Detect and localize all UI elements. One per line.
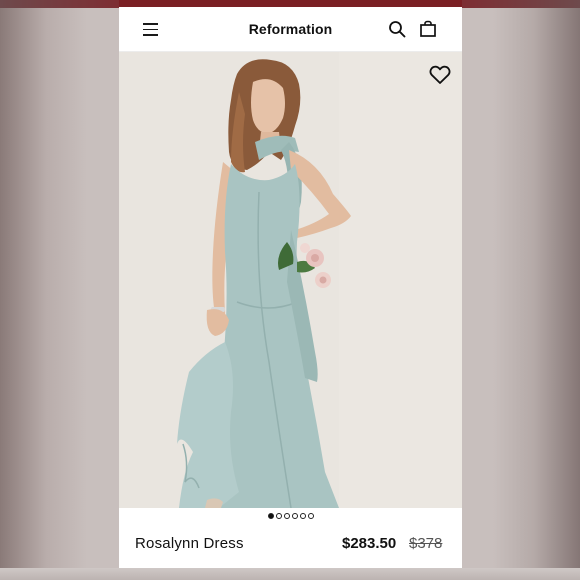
sale-price: $283.50 (342, 535, 397, 552)
app-screen: Reformation Rosalynn Dress $283.50 $378 (119, 0, 462, 570)
carousel-dot[interactable] (291, 513, 298, 519)
product-photo (119, 52, 462, 508)
search-icon[interactable] (388, 20, 406, 38)
carousel-dot[interactable] (299, 513, 306, 519)
carousel-dot[interactable] (307, 513, 314, 519)
screen-bottom-edge (0, 568, 580, 580)
carousel-dot[interactable] (275, 513, 282, 519)
app-header: Reformation (119, 7, 462, 52)
product-name[interactable]: Rosalynn Dress (135, 535, 244, 552)
shopping-bag-icon[interactable] (419, 20, 437, 38)
status-strip (119, 0, 462, 7)
carousel-dot[interactable] (283, 513, 290, 519)
carousel-dot[interactable] (267, 513, 274, 519)
heart-outline-icon[interactable] (429, 65, 451, 85)
brand-logo[interactable]: Reformation (119, 21, 462, 37)
product-image-carousel[interactable] (119, 52, 462, 508)
original-price: $378 (409, 535, 443, 552)
carousel-indicator (119, 513, 462, 521)
